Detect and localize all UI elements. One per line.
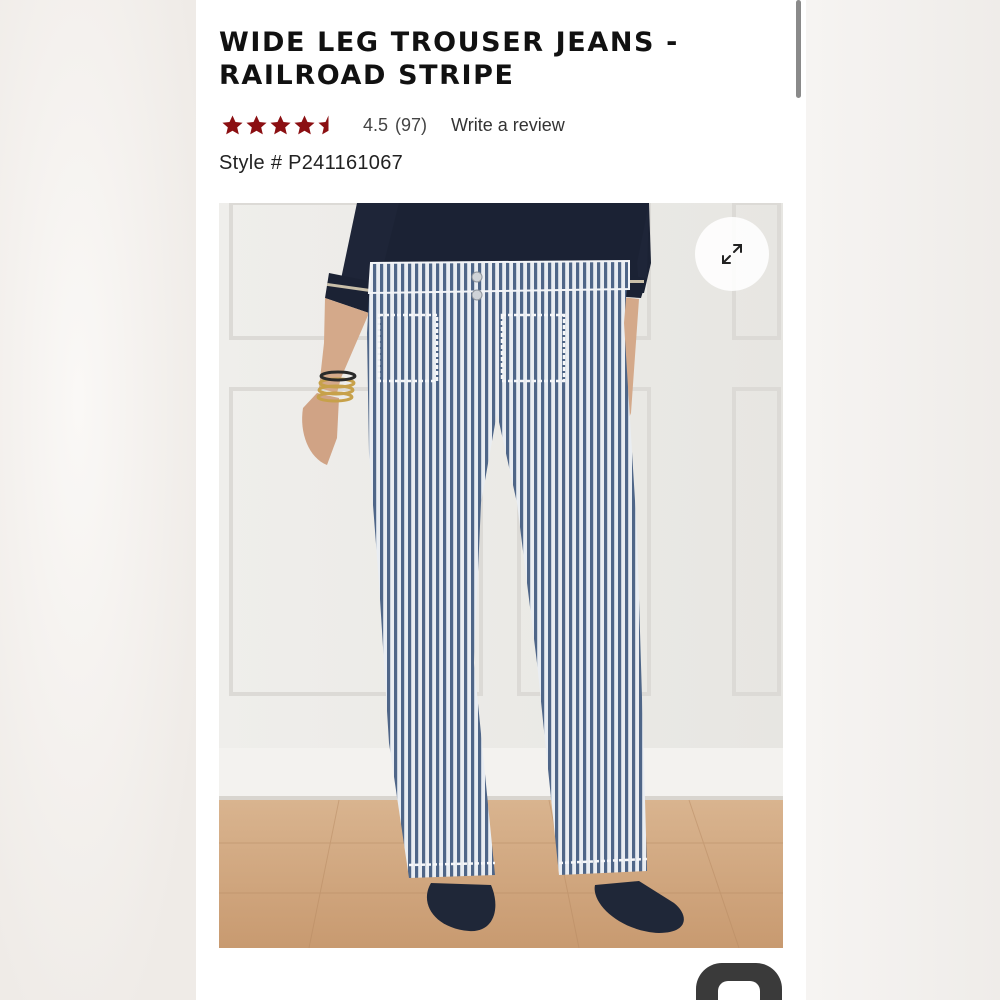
write-review-link[interactable]: Write a review [451,115,565,136]
product-page: ​ WIDE LEG TROUSER JEANS - RAILROAD STRI… [196,0,806,1000]
rating-value: 4.5 [363,114,389,135]
expand-image-button[interactable] [695,217,769,291]
expand-arrows-icon [722,244,742,264]
half-star-icon [318,114,329,134]
star-icon [246,114,267,134]
star-icon [222,114,243,134]
star-rating[interactable] [221,114,340,137]
product-image[interactable] [219,203,783,948]
product-title: WIDE LEG TROUSER JEANS - RAILROAD STRIPE [219,27,679,91]
right-backdrop [806,0,1000,1000]
rating-row: 4.5 (97) Write a review [221,110,565,140]
chat-bubble-icon [718,981,760,1000]
product-photo [219,203,783,948]
left-backdrop [0,0,196,1000]
review-count[interactable]: (97) [395,115,427,136]
star-icon [294,114,315,134]
style-number: Style # P241161067 [219,152,404,174]
star-icon [270,114,291,134]
scrollbar[interactable] [796,0,801,98]
chat-button[interactable] [696,963,782,1000]
